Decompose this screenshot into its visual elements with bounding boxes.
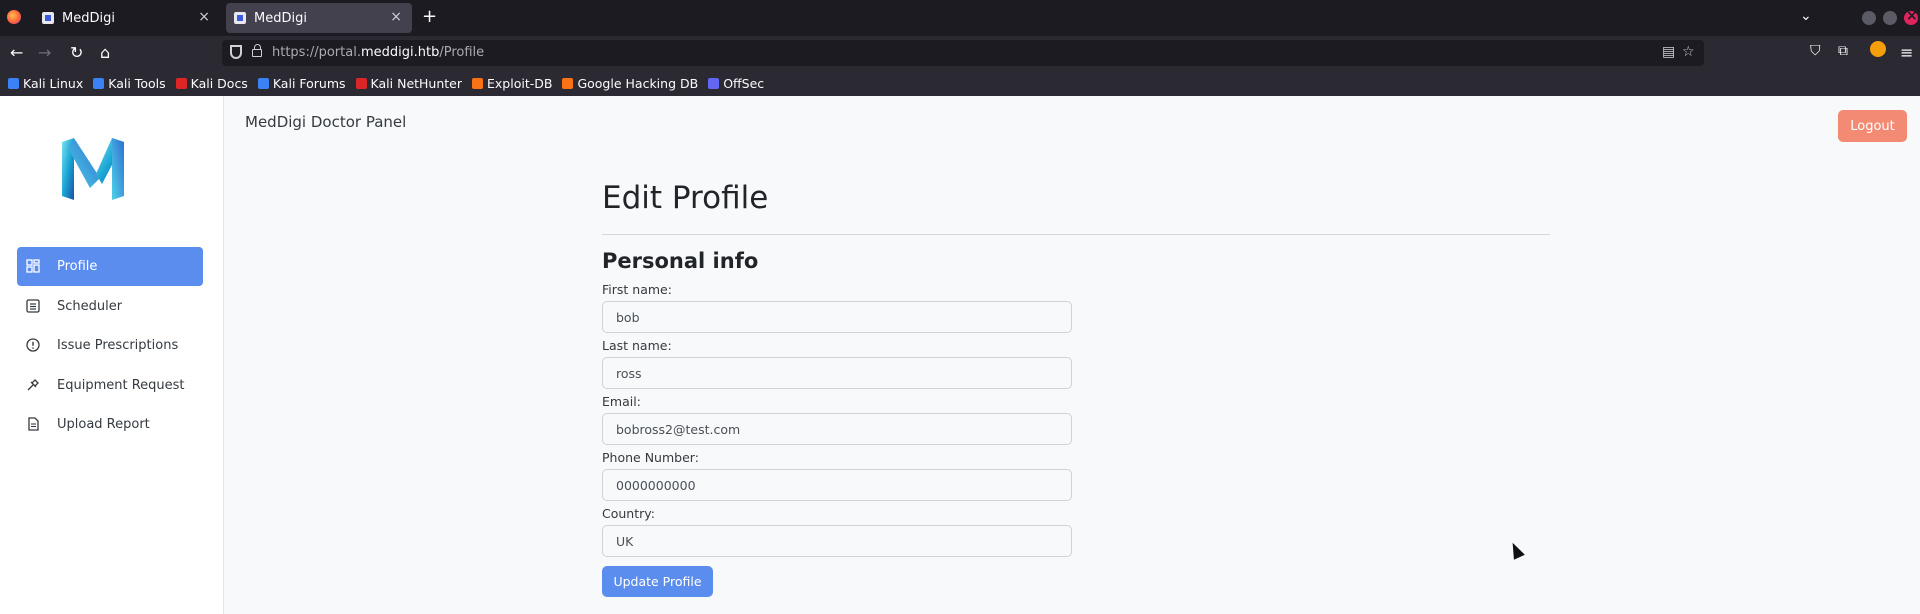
last-name-field: Last name: [602,338,1072,389]
browser-tab-bar: MedDigi × MedDigi × + ⌄ [0,0,1920,36]
edit-profile-form: Edit Profile Personal info First name: L… [602,180,1550,597]
bookmark-item[interactable]: Kali Linux [8,76,83,91]
lock-icon[interactable] [252,44,262,57]
sidebar-item-equipment-request[interactable]: Equipment Request [17,366,203,405]
bookmarks-toolbar: Kali Linux Kali Tools Kali Docs Kali Forums… [0,70,1920,96]
bookmark-favicon-icon [175,77,187,89]
close-tab-icon[interactable]: × [198,9,210,25]
home-icon[interactable]: ⌂ [100,43,110,62]
panel-title: MedDigi Doctor Panel [245,113,407,131]
burp-extension-icon[interactable] [1870,41,1886,57]
tools-icon [27,378,39,390]
alert-circle-icon [26,338,40,352]
bookmark-label: Kali Tools [108,75,166,91]
bookmark-favicon-icon [355,77,367,89]
logout-button[interactable]: Logout [1838,110,1907,142]
sidebar-item-profile[interactable]: Profile [17,247,203,286]
email-input[interactable] [602,413,1072,445]
document-icon [28,417,39,431]
bookmark-favicon-icon [562,77,574,89]
sidebar-item-upload-report[interactable]: Upload Report [17,405,203,444]
firefox-icon [7,10,21,24]
new-tab-button[interactable]: + [422,6,437,27]
menu-hamburger-icon[interactable]: ≡ [1900,43,1913,62]
country-input[interactable] [602,525,1072,557]
bookmark-label: Exploit-DB [487,75,553,91]
list-icon [26,298,40,313]
reload-icon[interactable]: ↻ [70,43,83,62]
close-tab-icon[interactable]: × [390,9,402,25]
pocket-icon[interactable]: ⛉ [1810,43,1821,59]
bookmark-label: Kali Linux [23,75,84,91]
url-text[interactable]: https://portal.meddigi.htb/Profile [272,45,484,60]
field-label: Last name: [602,338,672,353]
bookmark-label: Kali Forums [272,75,346,91]
sidebar-item-label: Profile [57,259,98,274]
site-favicon-icon [42,12,54,24]
bookmark-item[interactable]: Exploit-DB [472,76,552,91]
field-label: First name: [602,282,672,297]
extensions-icon[interactable]: ⧉ [1838,43,1848,59]
sidebar-item-label: Issue Prescriptions [57,338,179,353]
bookmark-favicon-icon [472,77,484,89]
phone-number-input[interactable] [602,469,1072,501]
browser-nav-bar: ← → ↻ ⌂ https://portal.meddigi.htb/Profi… [0,36,1920,70]
bookmark-star-icon[interactable]: ☆ [1682,44,1695,60]
bookmark-item[interactable]: OffSec [708,76,764,91]
sidebar-item-label: Scheduler [57,298,123,314]
bookmark-label: Kali NetHunter [370,75,463,91]
back-arrow-icon[interactable]: ← [10,43,23,62]
country-field: Country: [602,506,1072,557]
sidebar-item-scheduler[interactable]: Scheduler [17,287,203,326]
dashboard-icon [26,259,40,273]
browser-tab-active[interactable]: MedDigi × [226,3,412,33]
bookmark-item[interactable]: Kali Forums [257,75,346,91]
meddigi-logo-icon [62,138,124,200]
last-name-input[interactable] [602,357,1072,389]
bookmark-label: Kali Docs [190,75,248,91]
bookmark-item[interactable]: Google Hacking DB [562,76,698,91]
bookmark-label: Google Hacking DB [577,75,699,91]
page-title: Edit Profile [602,180,769,216]
bookmark-item[interactable]: Kali NetHunter [355,75,463,91]
forward-arrow-icon[interactable]: → [38,43,51,62]
site-favicon-icon [234,12,246,24]
bookmark-favicon-icon [8,77,19,89]
field-label: Country: [602,506,655,521]
tracking-shield-icon[interactable] [230,45,242,59]
divider [602,234,1550,235]
field-label: Phone Number: [602,450,699,465]
bookmark-item[interactable]: Kali Docs [175,75,248,91]
bookmark-label: OffSec [723,75,765,91]
sidebar-nav: Profile Scheduler Issue Prescriptions Eq… [17,247,203,445]
sidebar: Profile Scheduler Issue Prescriptions Eq… [0,96,224,614]
tab-list-chevron-icon[interactable]: ⌄ [1800,8,1812,24]
email-field: Email: [602,394,1072,445]
minimize-window-icon[interactable] [1862,11,1876,25]
sidebar-item-issue-prescriptions[interactable]: Issue Prescriptions [17,326,203,365]
sidebar-item-label: Upload Report [57,417,150,432]
bookmark-favicon-icon [708,77,720,89]
update-profile-button[interactable]: Update Profile [602,566,713,597]
first-name-field: First name: [602,282,1072,333]
sidebar-item-label: Equipment Request [57,377,185,393]
tab-title: MedDigi [62,10,115,26]
first-name-input[interactable] [602,301,1072,333]
bookmark-favicon-icon [257,77,269,89]
bookmark-favicon-icon [93,77,105,89]
close-window-icon[interactable] [1904,8,1918,25]
tab-title: MedDigi [254,10,307,26]
phone-number-field: Phone Number: [602,450,1072,501]
field-label: Email: [602,394,641,409]
bookmark-item[interactable]: Kali Tools [93,75,166,91]
browser-tab[interactable]: MedDigi × [34,3,220,33]
reader-view-icon[interactable]: ▤ [1662,44,1675,60]
section-title: Personal info [602,249,759,273]
maximize-window-icon[interactable] [1883,11,1897,25]
url-bar[interactable]: https://portal.meddigi.htb/Profile ▤ ☆ [222,40,1704,66]
